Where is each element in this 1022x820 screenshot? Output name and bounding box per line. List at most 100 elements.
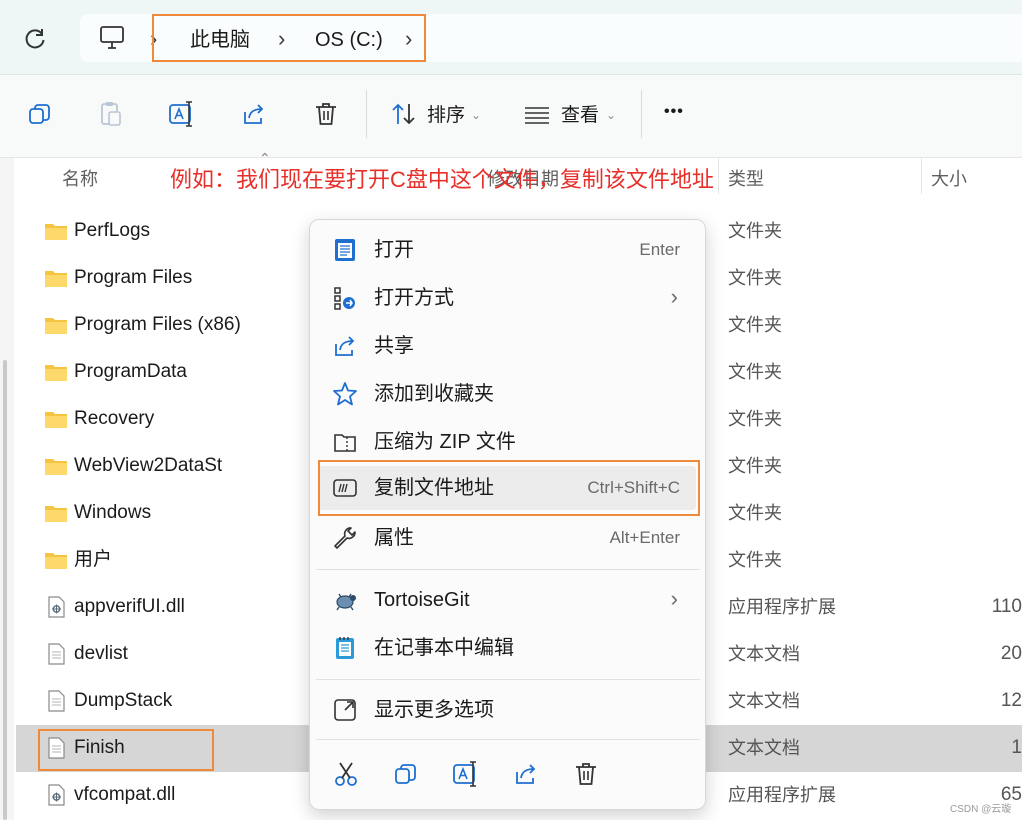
dll-file-icon xyxy=(44,784,68,806)
sort-button-label[interactable]: 排序 xyxy=(427,104,465,128)
zip-folder-icon xyxy=(332,429,358,455)
menu-shortcut: Alt+Enter xyxy=(609,528,680,547)
menu-separator xyxy=(316,739,700,740)
share-icon xyxy=(516,764,536,784)
share-button-mini[interactable] xyxy=(512,760,540,788)
file-name: Recovery xyxy=(74,408,155,429)
folder-icon xyxy=(44,267,68,289)
share-icon xyxy=(244,104,264,124)
trash-icon xyxy=(576,763,596,785)
menu-item-properties[interactable]: 属性 Alt+Enter xyxy=(318,516,696,560)
rename-button[interactable] xyxy=(168,100,196,128)
file-name: vfcompat.dll xyxy=(74,784,176,805)
rename-icon xyxy=(453,761,476,787)
paste-button[interactable] xyxy=(97,100,125,128)
menu-item-tortoisegit[interactable]: TortoiseGit › xyxy=(318,578,696,622)
column-header-name[interactable]: 名称 xyxy=(62,167,98,191)
menu-item-open[interactable]: 打开 Enter xyxy=(318,228,696,272)
file-type: 文件夹 xyxy=(728,503,782,523)
file-type: 文本文档 xyxy=(728,691,800,711)
folder-icon xyxy=(44,455,68,477)
menu-item-label: 打开 xyxy=(374,239,414,261)
column-header-size[interactable]: 大小 xyxy=(931,167,967,191)
file-name: Windows xyxy=(74,502,152,523)
folder-icon xyxy=(44,502,68,524)
star-icon xyxy=(332,381,358,407)
text-file-icon xyxy=(44,690,68,712)
file-type: 文件夹 xyxy=(728,268,782,288)
watermark: CSDN @云璇 xyxy=(950,804,1012,815)
clipboard-icon xyxy=(101,102,121,126)
sort-icon[interactable] xyxy=(390,100,418,128)
file-size: 1 xyxy=(1011,737,1022,758)
file-type: 文本文档 xyxy=(728,644,800,664)
copy-path-highlight-box xyxy=(318,460,700,516)
menu-item-label: 属性 xyxy=(374,527,414,549)
view-button-label[interactable]: 查看 xyxy=(561,104,599,128)
copy-icon xyxy=(395,764,416,784)
file-size: 20 xyxy=(1000,643,1022,664)
file-type: 应用程序扩展 xyxy=(728,597,836,617)
notepad-icon xyxy=(332,635,358,661)
column-divider[interactable] xyxy=(921,158,922,194)
more-options-icon xyxy=(332,697,358,723)
file-name: WebView2DataSt xyxy=(74,455,223,476)
delete-button[interactable] xyxy=(312,100,340,128)
menu-item-show-more-options[interactable]: 显示更多选项 xyxy=(318,688,696,732)
tortoise-icon xyxy=(332,587,358,613)
menu-item-label: 添加到收藏夹 xyxy=(374,383,494,405)
more-options-button[interactable]: ••• xyxy=(664,103,684,121)
finish-file-highlight-box xyxy=(38,729,214,771)
menu-item-label: 共享 xyxy=(374,335,414,357)
rename-button-mini[interactable] xyxy=(452,760,480,788)
wrench-icon xyxy=(332,525,358,551)
folder-icon xyxy=(44,408,68,430)
menu-separator xyxy=(316,679,700,680)
menu-item-label: TortoiseGit xyxy=(374,589,470,611)
view-icon[interactable] xyxy=(523,100,551,128)
menu-item-open-with[interactable]: 打开方式 › xyxy=(318,276,696,320)
refresh-button[interactable] xyxy=(22,26,48,52)
column-header-type[interactable]: 类型 xyxy=(728,167,764,191)
file-name: 用户 xyxy=(74,549,113,570)
folder-icon xyxy=(44,549,68,571)
file-name: ProgramData xyxy=(74,361,187,382)
menu-item-share[interactable]: 共享 xyxy=(318,324,696,368)
copy-button[interactable] xyxy=(26,100,54,128)
toolbar-divider xyxy=(641,90,642,138)
file-name: Program Files xyxy=(74,267,193,288)
share-icon xyxy=(332,333,358,359)
annotation-text: 例如：我们现在要打开C盘中这个文件，复制该文件地址 xyxy=(170,167,714,192)
menu-item-label: 在记事本中编辑 xyxy=(374,637,514,659)
delete-button-mini[interactable] xyxy=(572,760,600,788)
menu-item-add-to-favorites[interactable]: 添加到收藏夹 xyxy=(318,372,696,416)
file-type: 文件夹 xyxy=(728,409,782,429)
chevron-down-icon[interactable]: ⌄ xyxy=(606,108,616,122)
file-name: PerfLogs xyxy=(74,220,151,241)
trash-icon xyxy=(316,103,336,125)
toolbar-divider xyxy=(366,90,367,138)
menu-separator xyxy=(316,569,700,570)
menu-item-edit-in-notepad[interactable]: 在记事本中编辑 xyxy=(318,626,696,670)
column-divider[interactable] xyxy=(718,158,719,194)
open-with-icon xyxy=(332,285,358,311)
command-bar xyxy=(0,75,1022,158)
file-type: 文件夹 xyxy=(728,456,782,476)
file-name: devlist xyxy=(74,643,128,664)
chevron-down-icon[interactable]: ⌄ xyxy=(471,108,481,122)
chevron-right-icon: › xyxy=(670,284,678,309)
nav-scrollbar[interactable] xyxy=(3,360,7,820)
scissors-icon xyxy=(335,762,357,786)
menu-item-compress-zip[interactable]: 压缩为 ZIP 文件 xyxy=(318,420,696,464)
folder-icon xyxy=(44,314,68,336)
copy-button-mini[interactable] xyxy=(392,760,420,788)
cut-button[interactable] xyxy=(332,760,360,788)
notepad-icon xyxy=(332,237,358,263)
share-button[interactable] xyxy=(240,100,268,128)
this-pc-icon[interactable] xyxy=(98,25,126,51)
refresh-icon xyxy=(25,29,45,49)
chevron-right-icon: › xyxy=(670,586,678,611)
file-type: 文本文档 xyxy=(728,738,800,758)
file-name: Program Files (x86) xyxy=(74,314,241,335)
file-type: 文件夹 xyxy=(728,362,782,382)
